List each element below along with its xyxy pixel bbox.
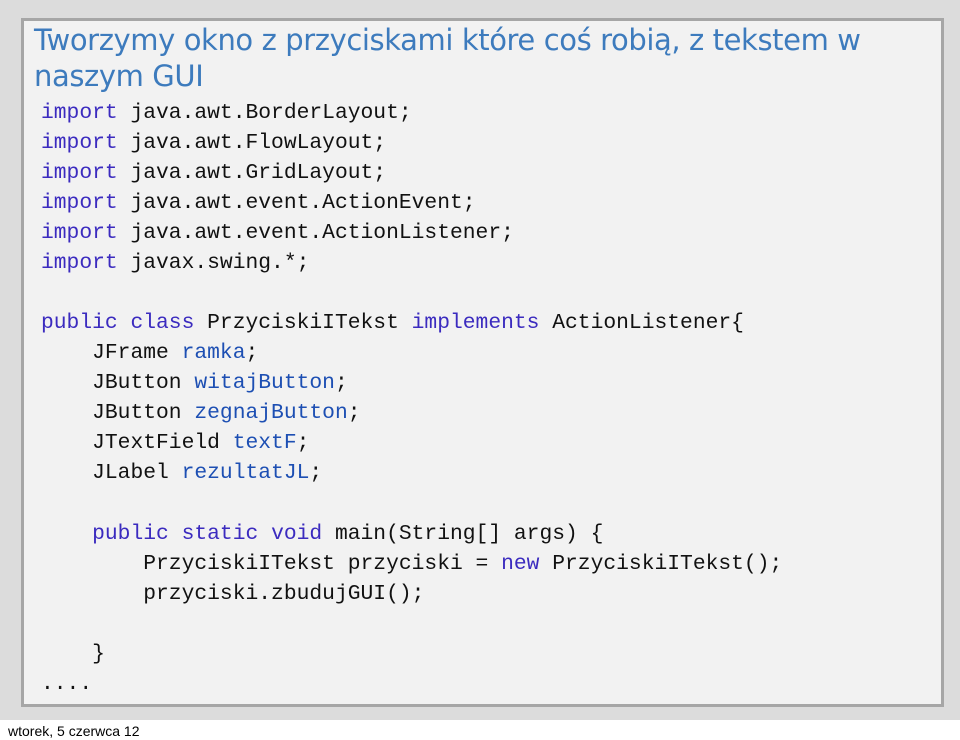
field-type: JFrame [92, 341, 169, 365]
footer-date: wtorek, 5 czerwca 12 [8, 723, 140, 739]
code-line-main-body: PrzyciskiITekst przyciski = new Przycisk… [41, 549, 782, 579]
code-line-main-declaration: public static void main(String[] args) { [41, 519, 603, 549]
keyword-import: import [41, 251, 118, 275]
field-type: JButton [92, 371, 182, 395]
statement-text: przyciski.zbudujGUI(); [143, 582, 425, 606]
code-line-ellipsis: .... [41, 669, 92, 699]
semicolon: ; [245, 341, 259, 365]
import-path: java.awt.event.ActionListener; [130, 221, 514, 245]
slide: Tworzymy okno z przyciskami które coś ro… [0, 0, 960, 720]
keyword-void: void [271, 522, 323, 546]
keyword-new: new [501, 552, 540, 576]
semicolon: ; [309, 461, 323, 485]
code-line-main-body: przyciski.zbudujGUI(); [41, 579, 424, 609]
field-name: ramka [181, 341, 246, 365]
import-path: java.awt.BorderLayout; [130, 101, 412, 125]
code-line-import: import java.awt.event.ActionEvent; [41, 188, 476, 218]
field-type: JLabel [92, 461, 169, 485]
keyword-public: public [92, 522, 169, 546]
slide-title: Tworzymy okno z przyciskami które coś ro… [34, 23, 861, 93]
code-line-import: import java.awt.GridLayout; [41, 158, 386, 188]
code-line-field: JTextField textF; [41, 428, 309, 458]
field-name: witajButton [194, 371, 335, 395]
keyword-implements: implements [411, 311, 540, 335]
import-path: java.awt.event.ActionEvent; [130, 191, 476, 215]
field-type: JButton [92, 401, 182, 425]
main-signature: main(String[] args) { [334, 522, 604, 546]
field-name: rezultatJL [181, 461, 310, 485]
semicolon: ; [296, 431, 310, 455]
semicolon: ; [347, 401, 361, 425]
code-line-closing-brace: } [41, 639, 105, 669]
code-line-import: import javax.swing.*; [41, 248, 309, 278]
code-line-field: JButton zegnajButton; [41, 398, 361, 428]
keyword-public: public [41, 311, 118, 335]
keyword-class: class [130, 311, 195, 335]
code-line-import: import java.awt.BorderLayout; [41, 98, 412, 128]
code-line-class-declaration: public class PrzyciskiITekst implements … [41, 308, 744, 338]
semicolon: ; [334, 371, 348, 395]
code-line-import: import java.awt.event.ActionListener; [41, 218, 514, 248]
keyword-import: import [41, 221, 118, 245]
import-path: java.awt.GridLayout; [130, 161, 387, 185]
keyword-import: import [41, 161, 118, 185]
interface-name: ActionListener{ [552, 311, 744, 335]
class-name: PrzyciskiITekst [207, 311, 399, 335]
statement-text: PrzyciskiITekst(); [539, 552, 783, 576]
field-name: textF [232, 431, 297, 455]
ellipsis: .... [41, 672, 93, 696]
field-type: JTextField [92, 431, 220, 455]
field-name: zegnajButton [194, 401, 348, 425]
keyword-import: import [41, 101, 118, 125]
closing-brace: } [92, 642, 105, 666]
import-path: javax.swing.*; [130, 251, 310, 275]
statement-text: PrzyciskiITekst przyciski = [143, 552, 502, 576]
keyword-static: static [181, 522, 259, 546]
code-line-field: JFrame ramka; [41, 338, 258, 368]
code-line-import: import java.awt.FlowLayout; [41, 128, 386, 158]
import-path: java.awt.FlowLayout; [130, 131, 387, 155]
code-line-field: JButton witajButton; [41, 368, 348, 398]
keyword-import: import [41, 131, 118, 155]
code-line-field: JLabel rezultatJL; [41, 458, 322, 488]
keyword-import: import [41, 191, 118, 215]
